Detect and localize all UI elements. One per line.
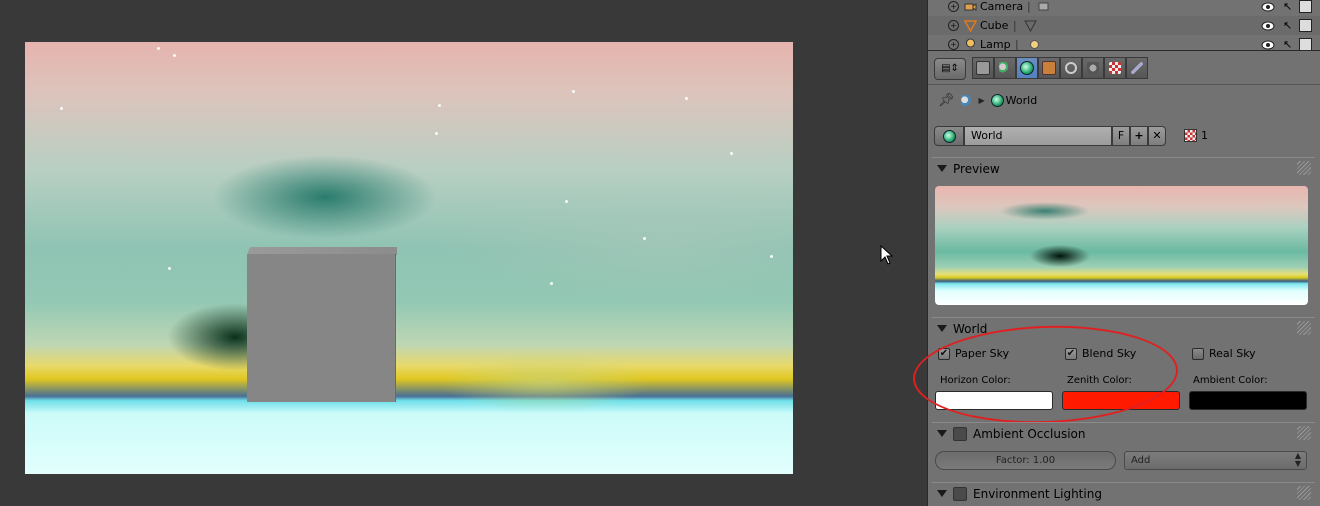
- unlink-datablock-button[interactable]: ✕: [1148, 126, 1166, 146]
- mesh-data-icon: [1024, 20, 1037, 32]
- modifiers-tab[interactable]: [1082, 57, 1104, 79]
- outliner-row-lamp[interactable]: + Lamp | ↖: [928, 35, 1320, 51]
- drag-handle-icon[interactable]: [1297, 321, 1311, 335]
- constraint-icon: [1065, 62, 1077, 74]
- outliner-row-camera[interactable]: + Camera | ↖: [928, 0, 1320, 16]
- drag-handle-icon[interactable]: [1297, 161, 1311, 175]
- world-name-field[interactable]: World: [964, 126, 1112, 146]
- world-browse-button[interactable]: [934, 126, 964, 146]
- mesh-icon: [964, 20, 977, 32]
- collapse-triangle-icon: [937, 165, 947, 172]
- outliner[interactable]: + Camera | ↖ + Cube | ↖ + Lamp | ↖: [928, 0, 1320, 51]
- panel-title: Ambient Occlusion: [973, 426, 1086, 441]
- render-toggle-icon[interactable]: [1299, 0, 1312, 13]
- add-datablock-button[interactable]: +: [1130, 126, 1148, 146]
- world-icon: [990, 94, 1004, 107]
- camera-icon: [964, 3, 977, 11]
- breadcrumb: 📌︎ ▶ World: [938, 93, 1037, 108]
- world-preview-image: [935, 186, 1308, 305]
- ao-blend-mode-dropdown[interactable]: Add ▲ ▼: [1124, 451, 1307, 470]
- texture-icon: [1184, 129, 1197, 142]
- ao-blend-mode-value: Add: [1131, 455, 1151, 466]
- updown-arrows-icon: ▲ ▼: [1294, 451, 1301, 468]
- visibility-eye-icon[interactable]: [1261, 40, 1275, 50]
- expand-icon[interactable]: +: [948, 39, 959, 50]
- constraints-tab[interactable]: [1060, 57, 1082, 79]
- visibility-eye-icon[interactable]: [1261, 21, 1275, 31]
- pin-icon[interactable]: 📌︎: [938, 93, 955, 108]
- camera-data-icon: [1038, 2, 1049, 11]
- mouse-cursor-icon: [880, 245, 894, 265]
- lamp-data-icon: [1030, 40, 1039, 49]
- 3d-viewport[interactable]: [0, 0, 927, 506]
- preview-panel-header[interactable]: Preview: [932, 157, 1315, 179]
- separator: |: [1027, 0, 1031, 13]
- object-tab[interactable]: [1038, 57, 1060, 79]
- render-toggle-icon[interactable]: [1299, 38, 1312, 50]
- properties-tab-bar: ▤⇕: [928, 51, 1320, 85]
- separator: |: [1013, 19, 1017, 32]
- lamp-icon: [966, 38, 975, 50]
- chevron-right-icon: ▶: [978, 96, 985, 105]
- object-icon: [1042, 61, 1056, 75]
- world-tab[interactable]: [1016, 57, 1038, 79]
- real-sky-label: Real Sky: [1209, 347, 1256, 360]
- outliner-row-cube[interactable]: + Cube | ↖: [928, 16, 1320, 35]
- select-arrow-icon[interactable]: ↖: [1283, 0, 1292, 13]
- modifier-icon: [1087, 62, 1099, 74]
- user-count: 1: [1184, 129, 1208, 142]
- ambient-color-label: Ambient Color:: [1193, 375, 1268, 386]
- texture-icon: [1109, 62, 1121, 74]
- outliner-label[interactable]: Camera: [980, 0, 1023, 13]
- environment-lighting-checkbox[interactable]: [953, 486, 967, 501]
- drag-handle-icon[interactable]: [1297, 486, 1311, 500]
- physics-tab[interactable]: [1126, 57, 1148, 79]
- camera-icon: [976, 61, 990, 75]
- editor-type-selector[interactable]: ▤⇕: [934, 58, 966, 80]
- fake-user-button[interactable]: F: [1112, 126, 1130, 146]
- visibility-eye-icon[interactable]: [1261, 2, 1275, 12]
- cube-object[interactable]: [247, 254, 396, 402]
- expand-icon[interactable]: +: [948, 1, 959, 12]
- user-count-value: 1: [1201, 129, 1208, 142]
- rendered-scene: [25, 42, 793, 474]
- collapse-triangle-icon: [937, 430, 947, 437]
- world-icon: [942, 129, 956, 143]
- ambient-occlusion-panel-header[interactable]: Ambient Occlusion: [932, 422, 1315, 444]
- panel-title: Preview: [953, 161, 1000, 176]
- properties-editor: ▤⇕ 📌︎ ▶ World World F + ✕ 1 Preview Worl…: [911, 51, 1320, 506]
- breadcrumb-world-label: World: [1005, 94, 1038, 107]
- render-tab[interactable]: [972, 57, 994, 79]
- separator: |: [1015, 38, 1019, 51]
- collapse-triangle-icon: [937, 490, 947, 497]
- collapse-triangle-icon: [937, 325, 947, 332]
- world-datablock-selector: World F + ✕ 1: [934, 126, 1314, 146]
- world-icon: [1020, 61, 1034, 75]
- expand-icon[interactable]: +: [948, 20, 959, 31]
- physics-icon: [1131, 62, 1143, 74]
- select-arrow-icon[interactable]: ↖: [1283, 19, 1292, 32]
- checkbox-icon: [1192, 347, 1204, 360]
- panel-title: Environment Lighting: [973, 486, 1102, 501]
- scene-icon: [960, 94, 973, 107]
- scene-icon: [999, 62, 1011, 74]
- ambient-occlusion-checkbox[interactable]: [953, 426, 967, 441]
- ambient-color-swatch[interactable]: [1189, 391, 1307, 410]
- right-sidebar: + Camera | ↖ + Cube | ↖ + Lamp | ↖ ▤⇕ 📌︎…: [911, 0, 1320, 506]
- select-arrow-icon[interactable]: ↖: [1283, 38, 1292, 50]
- drag-handle-icon[interactable]: [1297, 426, 1311, 440]
- outliner-label[interactable]: Cube: [980, 19, 1008, 32]
- context-tabs: [972, 57, 1148, 79]
- render-toggle-icon[interactable]: [1299, 19, 1312, 32]
- ao-factor-slider[interactable]: Factor: 1.00: [935, 451, 1116, 470]
- real-sky-checkbox[interactable]: Real Sky: [1192, 347, 1256, 360]
- environment-lighting-panel-header[interactable]: Environment Lighting: [932, 482, 1315, 504]
- texture-tab[interactable]: [1104, 57, 1126, 79]
- scene-tab[interactable]: [994, 57, 1016, 79]
- outliner-label[interactable]: Lamp: [980, 38, 1011, 50]
